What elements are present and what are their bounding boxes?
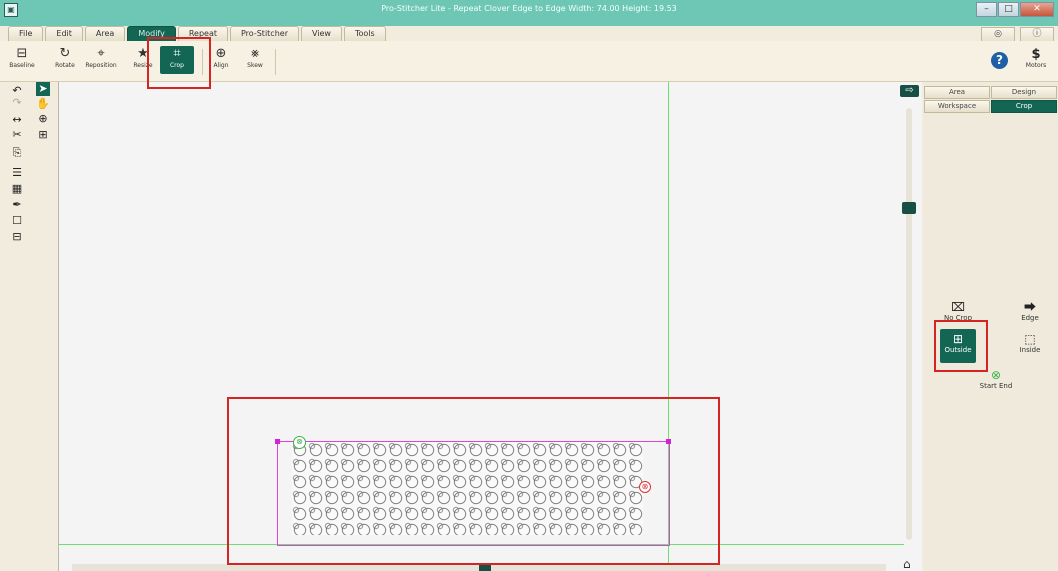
menu-area[interactable]: Area [84, 26, 126, 41]
window-title: Pro-Stitcher Lite - Repeat Clover Edge t… [381, 4, 677, 13]
select-pointer-icon[interactable]: ➤ [36, 82, 50, 96]
toggle-panel-arrow-icon[interactable]: ⇨ [900, 85, 919, 97]
pattern-highlight [227, 397, 720, 565]
motors-icon: $ [1031, 47, 1041, 62]
minimize-button[interactable]: – [976, 2, 997, 17]
vertical-zoom-thumb[interactable] [902, 202, 916, 214]
skew-icon: ⨳ [250, 46, 260, 61]
menu-view[interactable]: View [300, 26, 342, 41]
zoom-in-icon[interactable]: ⊕ [36, 112, 50, 126]
baseline-icon: ⊟ [16, 46, 28, 61]
no-crop-icon: ⌧ [951, 300, 965, 314]
maximize-button[interactable]: □ [998, 2, 1019, 17]
zoom-fit-icon[interactable]: ⊞ [36, 128, 50, 142]
motors-button[interactable]: $ Motors [1016, 47, 1056, 70]
edge-button[interactable]: ⮕ Edge [1010, 300, 1050, 323]
pen-icon[interactable]: ✒ [10, 198, 24, 212]
skew-button[interactable]: ⨳ Skew [238, 46, 272, 74]
tab-crop[interactable]: Crop [991, 100, 1057, 113]
layers-icon[interactable]: ☰ [10, 166, 24, 180]
measure-icon[interactable]: ✂ [10, 128, 24, 142]
menu-pro-stitcher[interactable]: Pro-Stitcher [230, 26, 299, 41]
inside-icon: ⬚ [1024, 332, 1036, 346]
crop-tool-highlight [147, 37, 211, 89]
rotate-icon: ↻ [59, 46, 71, 61]
reposition-button[interactable]: ⌖ Reposition [84, 46, 118, 74]
lock-icon[interactable]: ☐ [10, 214, 24, 228]
menu-file[interactable]: File [8, 26, 44, 41]
tab-design[interactable]: Design [991, 86, 1057, 99]
title-bar: ▣ Pro-Stitcher Lite - Repeat Clover Edge… [0, 0, 1058, 26]
stack-icon[interactable]: ⊟ [10, 230, 24, 244]
help-icon[interactable]: ? [991, 52, 1008, 69]
reposition-icon: ⌖ [97, 46, 105, 61]
fit-width-icon[interactable]: ↔ [10, 113, 24, 127]
edge-icon: ⮕ [1023, 300, 1036, 314]
home-icon[interactable]: ⌂ [903, 557, 911, 571]
grid-icon[interactable]: ▦ [10, 182, 24, 196]
left-toolbar: ↶ ➤ ↷ ✋ ↔ ⊕ ✂ ⊞ ⎘ ☰ ▦ ✒ ☐ ⊟ [8, 82, 58, 571]
tab-workspace[interactable]: Workspace [924, 100, 990, 113]
redo-icon[interactable]: ↷ [10, 96, 24, 110]
vertical-zoom-track[interactable] [906, 108, 912, 540]
baseline-button[interactable]: ⊟ Baseline [5, 46, 39, 74]
close-button[interactable]: ✕ [1020, 2, 1054, 17]
inside-button[interactable]: ⬚ Inside [1010, 332, 1050, 355]
menu-tools[interactable]: Tools [343, 26, 386, 41]
ribbon-divider [275, 49, 276, 75]
rotate-button[interactable]: ↻ Rotate [48, 46, 82, 74]
menu-edit[interactable]: Edit [45, 26, 83, 41]
page-icon[interactable]: ⎘ [10, 146, 24, 160]
pan-hand-icon[interactable]: ✋ [36, 97, 50, 111]
outside-button-highlight [934, 320, 988, 372]
tab-area[interactable]: Area [924, 86, 990, 99]
window-controls: – □ ✕ [976, 2, 1054, 17]
